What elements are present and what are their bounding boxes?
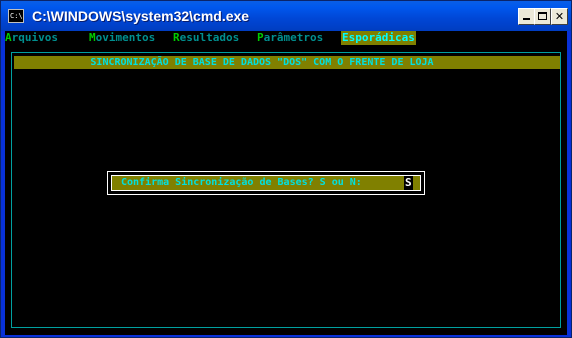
menu-hotkey: M [89,31,96,44]
confirm-prompt: Confirma Sincronização de Bases? S ou N: [121,177,362,188]
minimize-button[interactable] [518,8,535,25]
maximize-icon [538,12,547,20]
menu-label: arâmetros [263,31,324,44]
answer-value[interactable]: S [405,177,412,189]
menu-hotkey: A [5,31,12,44]
menu-item-parametros[interactable]: Parâmetros [257,31,323,45]
menu-label: rquivos [11,31,58,44]
menu-item-arquivos[interactable]: Arquivos [5,31,58,45]
menu-item-esporadicas[interactable]: Esporádicas [341,31,416,45]
window-title: C:\WINDOWS\system32\cmd.exe [32,8,250,24]
menu-label: esultados [179,31,240,44]
close-button[interactable]: ✕ [551,8,568,25]
menu-label: sporádicas [348,31,415,44]
menu-item-resultados[interactable]: Resultados [173,31,239,45]
window-frame-right [567,31,571,337]
menu-hotkey: E [342,31,349,44]
minimize-icon [523,18,530,20]
console-area[interactable]: Arquivos Movimentos Resultados Parâmetro… [5,31,567,335]
cmd-app-icon[interactable]: C:\ [8,9,24,23]
menu-label: ovimentos [95,31,156,44]
title-bar[interactable]: C:\ C:\WINDOWS\system32\cmd.exe ✕ [1,1,571,31]
window-frame-bottom [1,335,571,337]
menu-bar: Arquivos Movimentos Resultados Parâmetro… [5,31,567,45]
menu-item-movimentos[interactable]: Movimentos [89,31,155,45]
maximize-button[interactable] [534,8,551,25]
menu-hotkey: P [257,31,264,44]
screen-header: SINCRONIZAÇÃO DE BASE DE DADOS "DOS" COM… [14,56,560,69]
menu-hotkey: R [173,31,180,44]
cmd-window: C:\ C:\WINDOWS\system32\cmd.exe ✕ Arquiv… [0,0,572,338]
